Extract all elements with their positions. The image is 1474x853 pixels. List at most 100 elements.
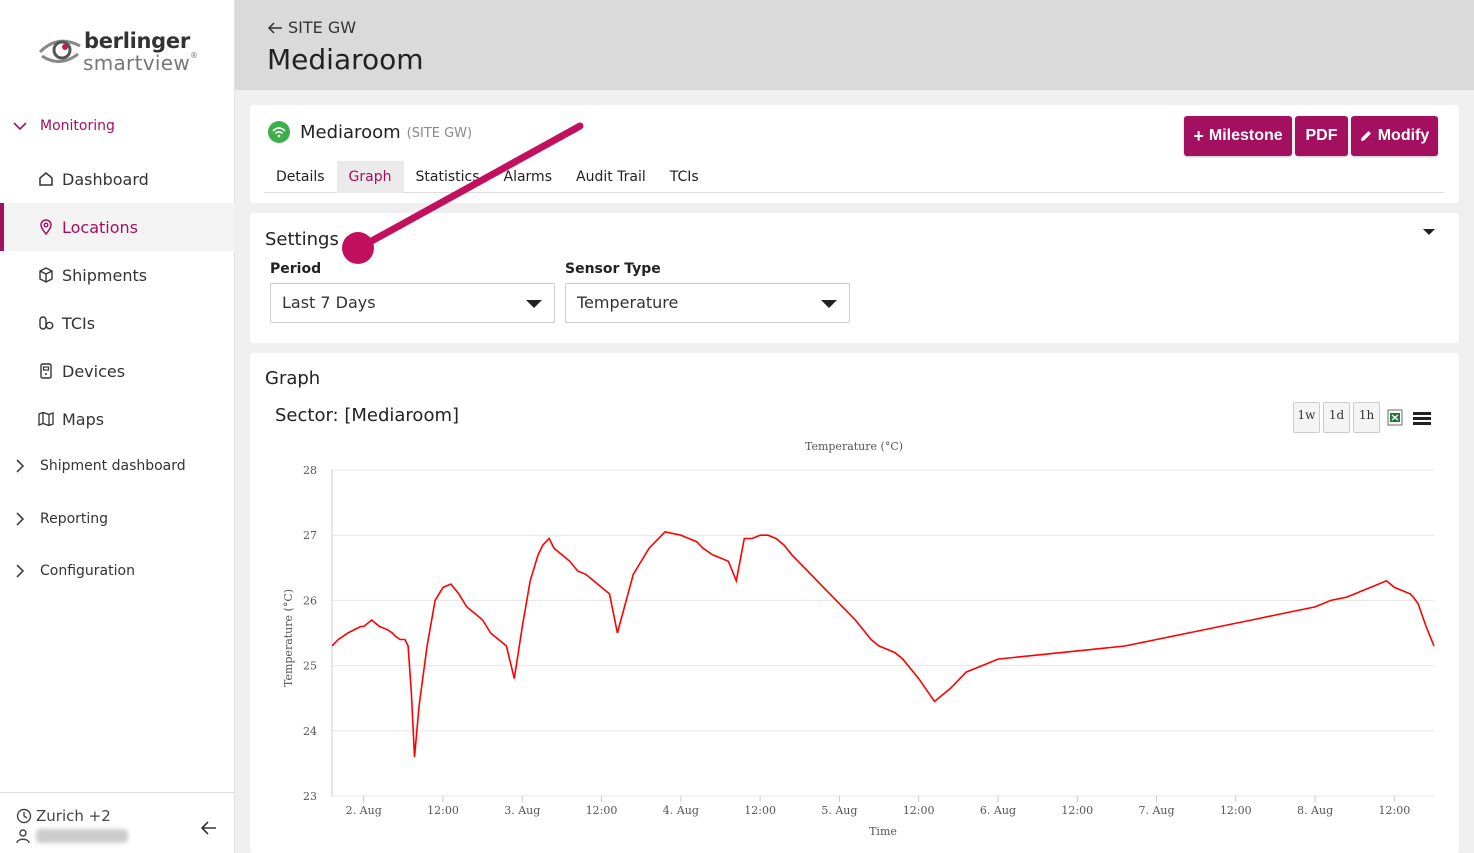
sidebar-item-tcis[interactable]: TCIs [0, 299, 235, 347]
box-icon [38, 267, 54, 283]
back-link[interactable]: SITE GW [267, 18, 356, 37]
sidebar-item-label: TCIs [62, 313, 96, 333]
x-tick-label: 12:00 [1220, 804, 1252, 817]
page-header: SITE GW Mediaroom [235, 0, 1474, 90]
tab-alarms[interactable]: Alarms [492, 161, 565, 193]
nav-group-reporting[interactable]: Reporting [0, 511, 108, 527]
nav-group-label: Reporting [40, 511, 109, 527]
sidebar-item-label: Locations [62, 217, 139, 237]
location-card: Mediaroom (SITE GW) + Milestone PDF Modi… [250, 105, 1459, 203]
y-axis-ticks: 23 24 25 26 27 28 [303, 464, 317, 803]
sidebar-item-locations[interactable]: Locations [0, 203, 235, 251]
location-name: Mediaroom [300, 121, 401, 143]
y-tick-label: 28 [303, 464, 317, 477]
zoom-1d-button[interactable]: 1d [1323, 402, 1350, 433]
brand-subname: smartview® [83, 51, 199, 75]
y-axis-label: Temperature (°C) [282, 589, 295, 687]
chart-grid [331, 469, 1434, 797]
sidebar-item-label: Devices [62, 361, 126, 381]
timezone-label: Zurich +2 [36, 807, 111, 825]
y-tick-label: 25 [303, 660, 317, 673]
sidebar-footer: Zurich +2 [0, 792, 235, 853]
location-pin-icon [38, 219, 54, 235]
zoom-1w-button[interactable]: 1w [1293, 402, 1320, 433]
period-select[interactable]: Last 7 Days [270, 283, 555, 323]
arrow-left-icon [267, 21, 282, 34]
period-label: Period [270, 261, 322, 277]
tab-audit-trail[interactable]: Audit Trail [564, 161, 658, 193]
x-tick-label: 3. Aug [504, 804, 540, 817]
user-account[interactable] [16, 829, 128, 843]
sidebar-item-maps[interactable]: Maps [0, 395, 235, 443]
sector-label: Sector: [Mediaroom] [275, 405, 460, 426]
clock-icon [16, 808, 32, 824]
y-tick-label: 26 [303, 594, 317, 607]
caret-down-icon [526, 300, 542, 308]
sensor-type-label: Sensor Type [565, 261, 661, 277]
y-tick-label: 24 [303, 725, 317, 738]
x-axis-label: Time [869, 825, 897, 838]
x-tick-label: 12:00 [586, 804, 618, 817]
nav-group-shipment-dashboard[interactable]: Shipment dashboard [0, 458, 186, 474]
home-icon [38, 171, 54, 187]
add-milestone-button[interactable]: + Milestone [1184, 116, 1292, 156]
location-tabs: Details Graph Statistics Alarms Audit Tr… [264, 161, 1444, 193]
tab-statistics[interactable]: Statistics [404, 161, 492, 193]
user-name-redacted [36, 829, 128, 843]
location-site: (SITE GW) [406, 126, 473, 141]
arrow-left-icon [200, 821, 216, 835]
y-tick-label: 23 [303, 790, 317, 803]
x-tick-label: 7. Aug [1138, 804, 1174, 817]
modify-button[interactable]: Modify [1351, 116, 1438, 156]
x-tick-label: 12:00 [744, 804, 776, 817]
page-title: Mediaroom [267, 43, 424, 76]
temperature-chart: Temperature (°C) 23 24 25 26 27 28 2. Aug 12:0… [282, 440, 1435, 838]
sidebar-item-devices[interactable]: Devices [0, 347, 235, 395]
settings-title: Settings [265, 229, 339, 250]
timezone[interactable]: Zurich +2 [16, 807, 111, 825]
tab-tcis[interactable]: TCIs [658, 161, 711, 193]
x-tick-label: 12:00 [1379, 804, 1411, 817]
pills-icon [38, 315, 54, 331]
x-axis-ticks: 2. Aug 12:00 3. Aug 12:00 4. Aug 12:00 5. Aug 1… [346, 796, 1411, 817]
nav-group-configuration[interactable]: Configuration [0, 563, 135, 579]
sidebar-item-dashboard[interactable]: Dashboard [0, 155, 235, 203]
back-label: SITE GW [288, 18, 357, 37]
sidebar-item-label: Maps [62, 409, 105, 429]
sidebar-item-label: Dashboard [62, 169, 149, 189]
x-tick-label: 8. Aug [1297, 804, 1333, 817]
temperature-series-line [331, 531, 1435, 757]
tab-graph[interactable]: Graph [336, 161, 404, 193]
chevron-right-icon [0, 564, 40, 578]
excel-export-icon[interactable] [1387, 409, 1403, 426]
chart-title: Temperature (°C) [805, 440, 903, 453]
location-title: Mediaroom (SITE GW) [268, 121, 472, 143]
period-value: Last 7 Days [282, 293, 376, 312]
x-tick-label: 6. Aug [980, 804, 1016, 817]
device-icon [38, 363, 54, 379]
collapse-sidebar-button[interactable] [200, 817, 218, 841]
eye-logo-icon [38, 39, 81, 63]
nav-group-monitoring[interactable]: Monitoring [0, 118, 115, 134]
berlinger-logo[interactable]: berlinger smartview® [38, 28, 208, 78]
sidebar-item-shipments[interactable]: Shipments [0, 251, 235, 299]
settings-card: Settings Period Last 7 Days Sensor Type … [250, 213, 1459, 343]
zoom-1h-button[interactable]: 1h [1353, 402, 1380, 433]
chevron-right-icon [0, 512, 40, 526]
caret-down-icon [821, 300, 837, 308]
tab-details[interactable]: Details [264, 161, 337, 193]
pdf-button[interactable]: PDF [1295, 116, 1348, 156]
sensor-type-select[interactable]: Temperature [565, 283, 850, 323]
sidebar-item-label: Shipments [62, 265, 148, 285]
nav-group-label: Shipment dashboard [40, 458, 186, 474]
wifi-status-icon [268, 121, 290, 143]
chart-menu-icon[interactable] [1413, 412, 1431, 426]
plus-icon: + [1193, 125, 1204, 146]
collapse-settings-toggle[interactable] [1423, 229, 1435, 235]
x-tick-label: 12:00 [1061, 804, 1093, 817]
graph-title: Graph [265, 368, 321, 389]
y-tick-label: 27 [303, 529, 317, 542]
sensor-type-value: Temperature [577, 293, 679, 312]
chevron-right-icon [0, 459, 40, 473]
x-tick-label: 5. Aug [821, 804, 857, 817]
